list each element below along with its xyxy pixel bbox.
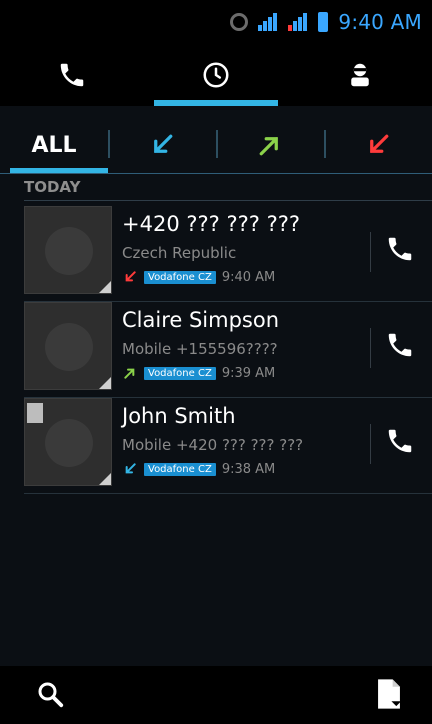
quick-contact-corner-icon	[99, 281, 111, 293]
phone-icon	[388, 237, 412, 261]
tab-bar	[0, 44, 432, 106]
carrier-badge: Vodafone CZ	[144, 462, 216, 476]
document-menu-icon	[378, 679, 402, 709]
filter-outgoing[interactable]	[216, 116, 324, 174]
placeholder-avatar-icon	[45, 323, 93, 371]
filter-missed[interactable]	[324, 116, 432, 174]
call-back-button[interactable]	[376, 416, 424, 466]
filter-underline	[0, 173, 432, 174]
carrier-badge: Vodafone CZ	[144, 366, 216, 380]
call-filter-bar: ALL	[0, 116, 432, 174]
incoming-call-icon	[125, 463, 136, 474]
call-time: 9:40 AM	[221, 269, 276, 285]
caller-name: John Smith	[122, 404, 236, 428]
placeholder-avatar-icon	[45, 227, 93, 275]
tab-call-log[interactable]	[144, 44, 288, 106]
call-meta: Vodafone CZ 9:39 AM	[122, 364, 275, 382]
tab-contacts[interactable]	[288, 44, 432, 106]
phone-icon	[60, 63, 84, 87]
divider	[370, 424, 371, 464]
call-back-button[interactable]	[376, 320, 424, 370]
missed-arrow-icon	[370, 134, 389, 153]
signal-icon	[258, 13, 278, 31]
call-meta: Vodafone CZ 9:40 AM	[122, 268, 275, 286]
divider	[324, 130, 326, 158]
status-bar: 9:40 AM	[0, 0, 432, 44]
call-log-row[interactable]: John Smith Mobile +420 ??? ??? ??? Vodaf…	[24, 398, 432, 494]
signal-2-icon	[288, 13, 308, 31]
phone-icon	[388, 429, 412, 453]
tab-phone[interactable]	[0, 44, 144, 106]
search-icon	[38, 682, 64, 708]
contact-photo[interactable]	[24, 398, 112, 486]
caller-detail: Mobile +155596????	[122, 340, 278, 358]
status-time: 9:40 AM	[338, 10, 422, 34]
sim-contact-icon	[27, 403, 43, 423]
call-time: 9:38 AM	[221, 461, 276, 477]
outgoing-arrow-icon	[259, 137, 278, 156]
phone-icon	[388, 333, 412, 357]
incoming-arrow-icon	[154, 134, 173, 153]
menu-button[interactable]	[372, 676, 406, 712]
carrier-badge: Vodafone CZ	[144, 270, 216, 284]
call-back-button[interactable]	[376, 224, 424, 274]
call-log-row[interactable]: Claire Simpson Mobile +155596???? Vodafo…	[24, 302, 432, 398]
clock-icon	[203, 62, 229, 88]
filter-incoming[interactable]	[108, 116, 216, 174]
call-log-row[interactable]: +420 ??? ??? ??? Czech Republic Vodafone…	[24, 206, 432, 302]
call-time: 9:39 AM	[221, 365, 276, 381]
call-meta: Vodafone CZ 9:38 AM	[122, 460, 275, 478]
person-icon	[351, 63, 369, 87]
sync-icon	[230, 13, 249, 31]
filter-all-label: ALL	[31, 132, 77, 158]
caller-name: +420 ??? ??? ???	[122, 212, 301, 236]
outgoing-call-icon	[124, 368, 135, 379]
caller-detail: Mobile +420 ??? ??? ???	[122, 436, 304, 454]
search-button[interactable]	[34, 678, 66, 710]
bottom-action-bar	[0, 666, 432, 724]
divider	[370, 328, 371, 368]
filter-all[interactable]: ALL	[0, 116, 108, 174]
divider	[108, 130, 110, 158]
caller-detail: Czech Republic	[122, 244, 237, 262]
caller-name: Claire Simpson	[122, 308, 280, 332]
missed-call-icon	[125, 271, 136, 282]
divider	[370, 232, 371, 272]
section-header: TODAY	[24, 178, 81, 196]
battery-icon	[318, 12, 329, 32]
section-divider	[24, 200, 432, 201]
contact-photo[interactable]	[24, 302, 112, 390]
contact-photo[interactable]	[24, 206, 112, 294]
placeholder-avatar-icon	[45, 419, 93, 467]
divider	[216, 130, 218, 158]
quick-contact-corner-icon	[99, 377, 111, 389]
call-log-list: +420 ??? ??? ??? Czech Republic Vodafone…	[24, 206, 432, 494]
quick-contact-corner-icon	[99, 473, 111, 485]
